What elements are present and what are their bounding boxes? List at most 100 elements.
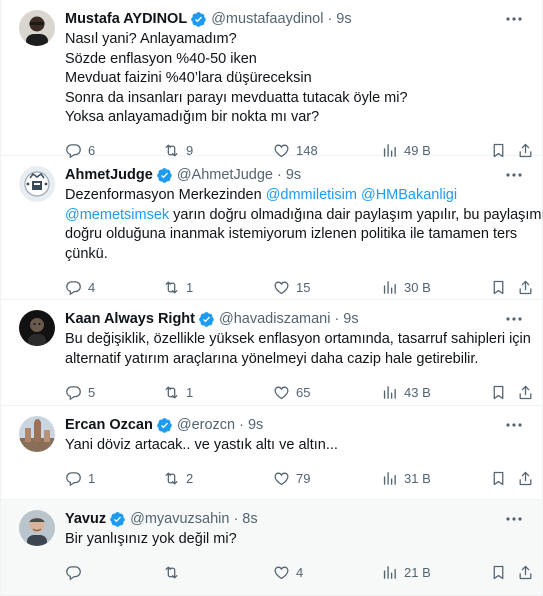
reply-button[interactable]: 1: [65, 470, 95, 488]
action-bar: 1 2 79 31 B: [65, 462, 526, 498]
views-button[interactable]: 30 B: [381, 278, 431, 296]
share-icon: [517, 279, 534, 296]
tweet[interactable]: Kaan Always Right @havadiszamani · 9s Bu…: [1, 300, 542, 406]
display-name[interactable]: Ercan Ozcan: [65, 417, 153, 433]
views-button[interactable]: 21 B: [381, 564, 431, 582]
more-icon[interactable]: [504, 511, 524, 527]
share-button[interactable]: [517, 278, 534, 296]
retweet-icon: [163, 470, 180, 487]
text-line: Dezenformasyon Merkezinden @dmmiletisim …: [65, 186, 526, 206]
timestamp[interactable]: 9s: [336, 11, 351, 27]
reply-count: 5: [88, 384, 96, 400]
share-button[interactable]: [517, 564, 534, 582]
like-count: 79: [296, 471, 311, 486]
timestamp[interactable]: 9s: [343, 311, 358, 327]
avatar[interactable]: [19, 310, 55, 346]
share-button[interactable]: [517, 383, 534, 401]
view-count: 31 B: [404, 471, 431, 486]
text-line: Yoksa anlayamadığım bir nokta mı var?: [65, 109, 320, 125]
text-line: çünkü.: [65, 245, 108, 262]
reply-button[interactable]: 4: [65, 278, 95, 296]
retweet-button[interactable]: 1: [163, 383, 193, 401]
like-button[interactable]: 79: [273, 470, 310, 488]
views-icon: [381, 564, 398, 581]
timestamp[interactable]: 8s: [242, 511, 257, 527]
views-button[interactable]: 43 B: [381, 383, 431, 401]
share-button[interactable]: [517, 470, 534, 488]
separator-dot: ·: [327, 11, 333, 27]
share-icon: [517, 384, 534, 401]
reply-icon: [65, 384, 82, 401]
retweet-button[interactable]: 1: [163, 278, 193, 296]
avatar[interactable]: [19, 166, 55, 202]
mention-link[interactable]: @memetsimsek: [65, 207, 169, 223]
text-line: Sonra da insanları parayı mevduatta tuta…: [65, 89, 408, 106]
bookmark-icon: [490, 384, 507, 401]
mention-link[interactable]: @HMBakanligi: [361, 187, 457, 203]
like-count: 15: [296, 279, 311, 295]
more-icon[interactable]: [504, 311, 524, 327]
like-icon: [273, 279, 290, 296]
tweet-header: Kaan Always Right @havadiszamani · 9s: [65, 308, 526, 330]
display-name[interactable]: Mustafa AYDINOL: [65, 11, 187, 27]
separator-dot: ·: [239, 417, 244, 433]
avatar[interactable]: [19, 10, 55, 46]
user-handle[interactable]: @myavuzsahin: [130, 511, 229, 527]
tweet[interactable]: Yavuz @myavuzsahin · 8s Bir yanlışınız y…: [1, 500, 542, 596]
text-line: Nasıl yani? Anlayamadım?: [65, 31, 237, 47]
retweet-count: 2: [186, 471, 194, 486]
views-button[interactable]: 31 B: [381, 470, 431, 488]
reply-button[interactable]: 5: [65, 383, 95, 401]
tweet-header: Mustafa AYDINOL @mustafaaydinol · 9s: [65, 8, 526, 30]
reply-button[interactable]: [65, 564, 88, 582]
more-icon[interactable]: [504, 417, 524, 433]
display-name[interactable]: Yavuz: [65, 511, 106, 527]
reply-feed: Mustafa AYDINOL @mustafaaydinol · 9s Nas…: [0, 0, 543, 596]
separator-dot: ·: [233, 511, 239, 527]
tweet-text: Bir yanlışınız yok değil mi?: [65, 530, 526, 550]
more-icon[interactable]: [504, 11, 524, 27]
bookmark-button[interactable]: [490, 470, 507, 488]
mention-link[interactable]: @dmmiletisim: [266, 187, 357, 203]
text-line: doğru olduğuna inanmak istemiyorum izlen…: [65, 226, 518, 242]
view-count: 21 B: [404, 565, 431, 580]
tweet-text: Bu değişiklik, özellikle yüksek enflasyo…: [65, 330, 531, 369]
like-button[interactable]: 4: [273, 564, 303, 582]
bookmark-button[interactable]: [490, 278, 507, 296]
tweet[interactable]: AhmetJudge @AhmetJudge · 9s Dezenformasy…: [1, 156, 543, 300]
views-icon: [381, 279, 398, 296]
avatar[interactable]: [19, 510, 55, 546]
avatar[interactable]: [19, 416, 55, 452]
user-handle[interactable]: @erozcn: [177, 417, 235, 433]
like-button[interactable]: 65: [273, 383, 310, 401]
user-handle[interactable]: @mustafaaydinol: [211, 11, 323, 27]
views-icon: [381, 470, 398, 487]
timestamp[interactable]: 9s: [248, 417, 263, 433]
tweet-text: Nasıl yani? Anlayamadım? Sözde enflasyon…: [65, 30, 526, 128]
display-name[interactable]: AhmetJudge: [65, 167, 153, 183]
reply-icon: [65, 564, 82, 581]
tweet-header: Yavuz @myavuzsahin · 8s: [65, 508, 526, 530]
view-count: 43 B: [404, 384, 431, 400]
text-line: Sözde enflasyon %40-50 iken: [65, 50, 257, 67]
like-button[interactable]: 15: [273, 278, 310, 296]
tweet[interactable]: Ercan Ozcan @erozcn · 9s Yani döviz arta…: [1, 406, 542, 500]
user-handle[interactable]: @havadiszamani: [219, 311, 330, 327]
like-icon: [273, 384, 290, 401]
bookmark-button[interactable]: [490, 383, 507, 401]
retweet-button[interactable]: 2: [163, 470, 193, 488]
separator-dot: ·: [334, 311, 340, 327]
display-name[interactable]: Kaan Always Right: [65, 311, 195, 327]
separator-dot: ·: [276, 167, 282, 183]
action-bar: 4 21 B: [65, 556, 526, 592]
retweet-button[interactable]: [163, 564, 186, 582]
user-handle[interactable]: @AhmetJudge: [177, 167, 273, 183]
text-line: @memetsimsek yarın doğru olmadığına dair…: [65, 206, 543, 226]
retweet-icon: [163, 279, 180, 296]
tweet[interactable]: Mustafa AYDINOL @mustafaaydinol · 9s Nas…: [1, 0, 542, 156]
verified-badge-icon: [198, 311, 215, 328]
more-icon[interactable]: [504, 167, 524, 183]
timestamp[interactable]: 9s: [286, 167, 301, 183]
bookmark-icon: [490, 564, 507, 581]
bookmark-button[interactable]: [490, 564, 507, 582]
